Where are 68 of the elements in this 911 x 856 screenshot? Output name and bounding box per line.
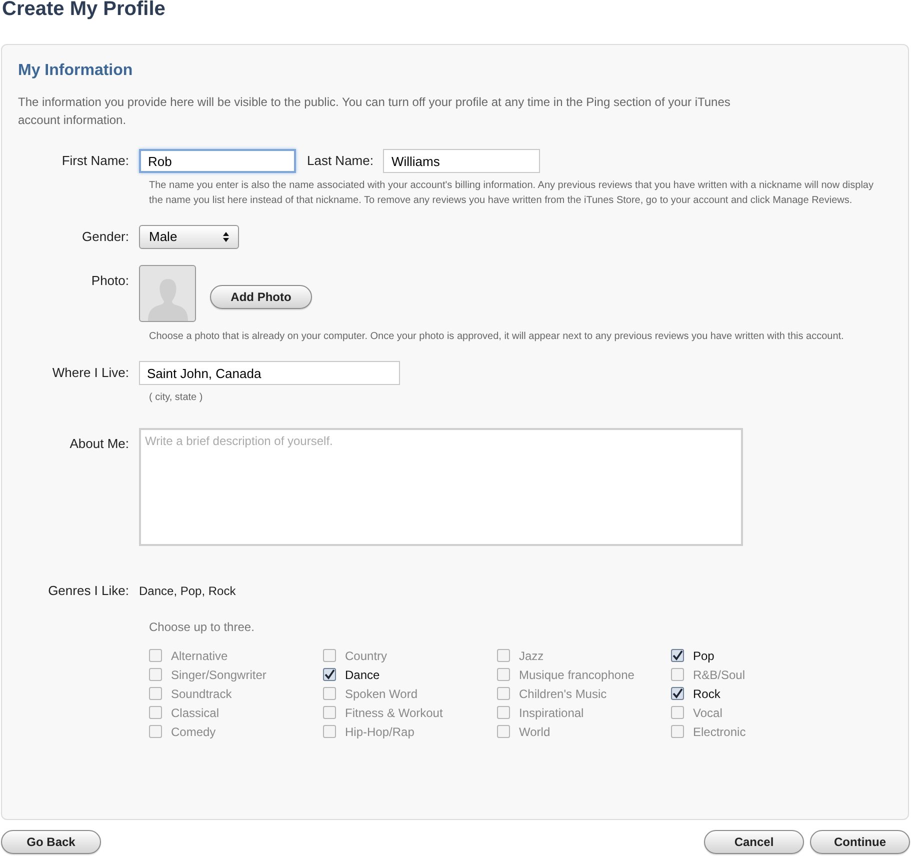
genre-label: World [519,724,550,740]
genre-checkbox[interactable] [323,687,336,700]
name-note: The name you enter is also the name associated with your account's billing information. Any previous reviews that you have written with a nickname will now display the name you list here instead of that nickname. To remove any reviews you have written from the iTunes Store, go to your account and click Manage Reviews. [149,179,874,208]
genre-checkbox[interactable] [323,668,336,681]
about-me-field[interactable]: Write a brief description of yourself. [139,428,743,546]
cancel-button[interactable]: Cancel [704,830,804,854]
genre-label: Children's Music [519,686,607,702]
genre-label: Hip-Hop/Rap [345,724,414,740]
section-title: My Information [18,61,134,81]
genre-checkbox[interactable] [497,706,510,719]
selected-genres: Dance, Pop, Rock [139,583,236,600]
genre-checkbox[interactable] [671,706,684,719]
genre-label: Jazz [519,648,544,664]
genre-checkbox[interactable] [497,668,510,681]
genre-checkbox[interactable] [323,649,336,662]
genre-label: Alternative [171,648,228,664]
genre-checkbox[interactable] [497,649,510,662]
gender-dropdown[interactable]: Male [139,225,239,249]
checkmark-icon [672,650,683,661]
genre-label: Rock [693,686,720,702]
genre-label: Classical [171,704,220,722]
genre-checkbox[interactable] [323,706,336,719]
genre-checkbox[interactable] [671,668,684,681]
text-field[interactable]: Rob [139,149,296,173]
genre-checkbox[interactable] [671,687,684,700]
field-label: First Name: [62,153,129,168]
field-label: About Me: [70,436,129,451]
genre-label: Singer/Songwriter [171,666,266,684]
photo-note: Choose a photo that is already on your computer. Once your photo is approved, it will appear next to any previous reviews you have written with this account. [149,330,845,344]
genre-checkbox[interactable] [149,668,162,681]
genre-label: Dance [345,666,380,684]
genre-checkbox[interactable] [497,687,510,700]
go-back-button[interactable]: Go Back [1,830,101,854]
text-field[interactable]: Williams [383,149,540,173]
genre-label: R&B/Soul [693,666,746,684]
genre-label: Pop [693,648,714,664]
field-label: Last Name: [307,152,374,170]
genre-checkbox[interactable] [149,649,162,662]
continue-button[interactable]: Continue [810,830,910,854]
genre-label: Soundtrack [171,686,232,702]
genre-checkbox[interactable] [323,725,336,738]
genre-label: Vocal [693,704,722,722]
location-hint: ( city, state ) [149,391,204,405]
field-label: Photo: [91,273,129,288]
genre-checkbox[interactable] [671,725,684,738]
genre-label: Spoken Word [345,686,418,702]
field-label: Gender: [82,229,129,244]
field-label: Genres I Like: [48,583,129,598]
genre-label: Country [345,648,388,664]
genre-label: Inspirational [519,704,584,722]
intro-text: The information you provide here will be visible to the public. You can turn off your profile at any time in the Ping section of your iTunes account information. [18,94,732,129]
genre-checkbox[interactable] [149,687,162,700]
genre-checkbox[interactable] [149,706,162,719]
genre-checkbox[interactable] [497,725,510,738]
page-title: Create My Profile [1,0,166,19]
updown-icon [223,232,229,242]
add-photo-button[interactable]: Add Photo [210,285,312,309]
checkmark-icon [672,688,683,699]
genre-checkbox[interactable] [149,725,162,738]
genre-label: Electronic [693,724,746,740]
genres-hint: Choose up to three. [149,619,256,636]
checkmark-icon [324,669,335,680]
field-label: Where I Live: [52,365,129,380]
genre-label: Musique francophone [519,666,634,684]
text-field[interactable]: Saint John, Canada [139,361,400,385]
genre-label: Comedy [171,724,216,740]
genre-label: Fitness & Workout [345,704,443,722]
genre-checkbox[interactable] [671,649,684,662]
